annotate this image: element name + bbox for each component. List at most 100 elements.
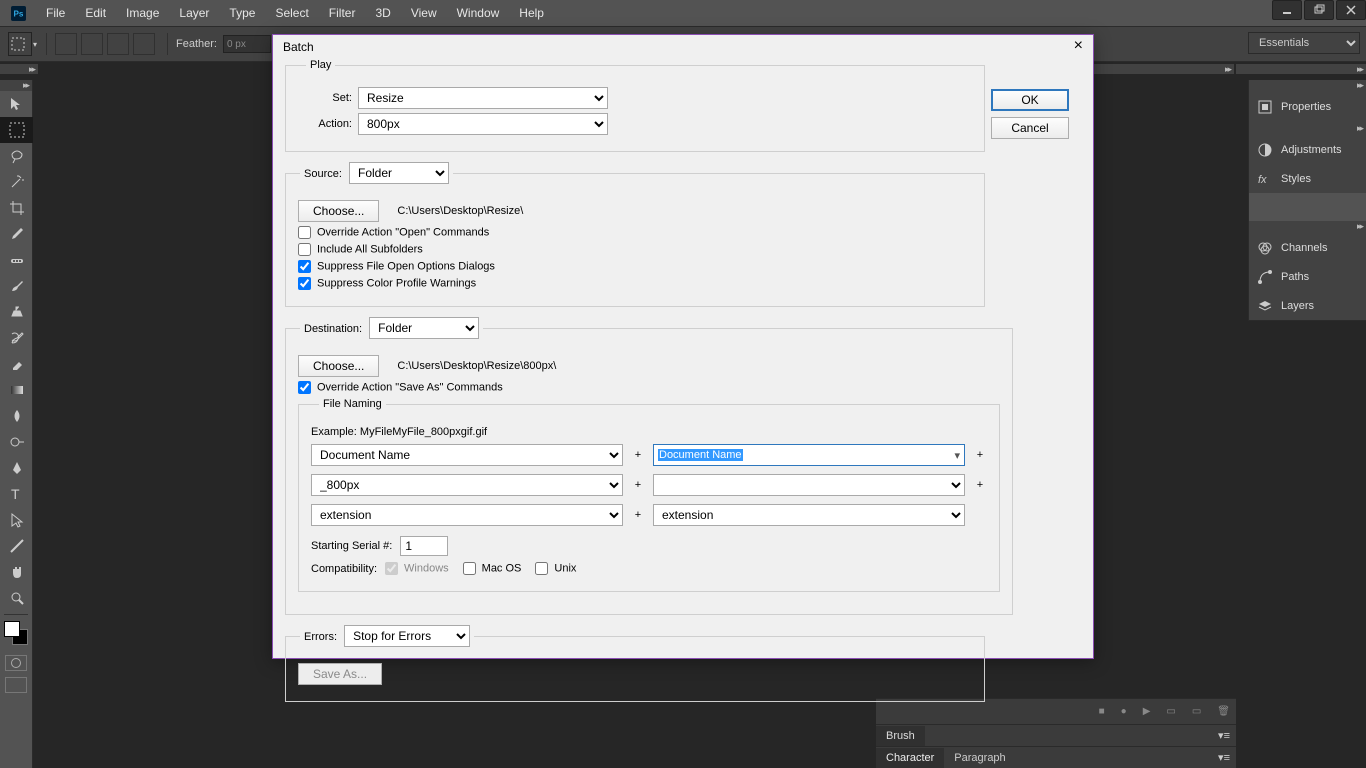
- selection-subtract-btn[interactable]: [107, 33, 129, 55]
- timeline-trash-icon[interactable]: 🗑: [1217, 706, 1230, 717]
- clone-stamp-tool[interactable]: [0, 299, 33, 325]
- char-flyout-icon[interactable]: ▾≡: [1218, 751, 1230, 764]
- line-tool[interactable]: [0, 533, 33, 559]
- tab-paragraph[interactable]: Paragraph: [944, 748, 1015, 768]
- selection-intersect-btn[interactable]: [133, 33, 155, 55]
- toolbox-collapse-strip[interactable]: ▸▸: [0, 64, 38, 74]
- window-close[interactable]: [1336, 0, 1366, 20]
- dialog-close-button[interactable]: ×: [1074, 37, 1083, 55]
- dodge-tool[interactable]: [0, 429, 33, 455]
- pen-tool[interactable]: [0, 455, 33, 481]
- play-legend: Play: [306, 59, 335, 71]
- eyedropper-tool[interactable]: [0, 221, 33, 247]
- panel-styles[interactable]: fxStyles: [1249, 164, 1366, 193]
- window-minimize[interactable]: [1272, 0, 1302, 20]
- action-label: Action:: [298, 118, 352, 130]
- foreground-color[interactable]: [4, 621, 20, 637]
- naming-slot-5[interactable]: extension: [311, 504, 623, 526]
- selection-add-btn[interactable]: [81, 33, 103, 55]
- naming-slot-3[interactable]: _800px: [311, 474, 623, 496]
- tab-character[interactable]: Character: [876, 748, 944, 768]
- healing-tool[interactable]: [0, 247, 33, 273]
- source-dropdown[interactable]: Folder: [349, 162, 449, 184]
- marquee-tool[interactable]: [0, 117, 33, 143]
- destination-choose-button[interactable]: Choose...: [298, 355, 379, 377]
- menu-type[interactable]: Type: [219, 0, 265, 26]
- errors-dropdown[interactable]: Stop for Errors: [344, 625, 470, 647]
- menu-view[interactable]: View: [401, 0, 447, 26]
- dialog-title: Batch: [283, 40, 314, 54]
- naming-slot-6[interactable]: extension: [653, 504, 965, 526]
- cancel-button[interactable]: Cancel: [991, 117, 1069, 139]
- menu-window[interactable]: Window: [447, 0, 510, 26]
- naming-slot-4[interactable]: [653, 474, 965, 496]
- color-swatches[interactable]: [0, 619, 33, 649]
- hand-tool[interactable]: [0, 559, 33, 585]
- panel-channels[interactable]: Channels: [1249, 233, 1366, 262]
- compat-mac-checkbox[interactable]: Mac OS: [463, 562, 522, 575]
- rightpanel-collapse-strip[interactable]: ▸▸: [1236, 64, 1366, 74]
- include-subfolders-checkbox[interactable]: Include All Subfolders: [298, 243, 423, 256]
- brush-tool[interactable]: [0, 273, 33, 299]
- menu-image[interactable]: Image: [116, 0, 169, 26]
- panel-adjustments[interactable]: Adjustments: [1249, 135, 1366, 164]
- menu-edit[interactable]: Edit: [75, 0, 116, 26]
- feather-input[interactable]: [223, 35, 271, 53]
- timeline-play-icon[interactable]: ▶: [1143, 706, 1151, 717]
- type-tool[interactable]: T: [0, 481, 33, 507]
- timeline-stop-icon[interactable]: ■: [1099, 706, 1105, 717]
- workspace-switcher[interactable]: Essentials: [1248, 32, 1360, 54]
- brush-panel-tab[interactable]: Brush ▾≡: [876, 724, 1236, 746]
- serial-input[interactable]: [400, 536, 448, 556]
- menu-3d[interactable]: 3D: [365, 0, 400, 26]
- set-dropdown[interactable]: Resize: [358, 87, 608, 109]
- suppress-open-checkbox[interactable]: Suppress File Open Options Dialogs: [298, 260, 495, 273]
- destination-dropdown[interactable]: Folder: [369, 317, 479, 339]
- gradient-tool[interactable]: [0, 377, 33, 403]
- menu-filter[interactable]: Filter: [319, 0, 366, 26]
- naming-slot-2[interactable]: Document Name ▾: [653, 444, 965, 466]
- action-dropdown[interactable]: 800px: [358, 113, 608, 135]
- history-brush-tool[interactable]: [0, 325, 33, 351]
- plus-1: +: [631, 449, 645, 461]
- magic-wand-tool[interactable]: [0, 169, 33, 195]
- zoom-tool[interactable]: [0, 585, 33, 611]
- override-open-checkbox[interactable]: Override Action "Open" Commands: [298, 226, 489, 239]
- destination-path: C:\Users\Desktop\Resize\800px\: [397, 360, 556, 372]
- brush-flyout-icon[interactable]: ▾≡: [1218, 729, 1230, 742]
- panel-flyout-1[interactable]: ▸▸: [1249, 80, 1366, 92]
- move-tool[interactable]: [0, 91, 33, 117]
- timeline-rec-icon[interactable]: ●: [1121, 706, 1127, 717]
- ok-button[interactable]: OK: [991, 89, 1069, 111]
- window-restore[interactable]: [1304, 0, 1334, 20]
- source-choose-button[interactable]: Choose...: [298, 200, 379, 222]
- screen-mode-toggle[interactable]: [5, 677, 27, 693]
- menu-layer[interactable]: Layer: [169, 0, 219, 26]
- panel-flyout-3[interactable]: ▸▸: [1249, 221, 1366, 233]
- menu-file[interactable]: File: [36, 0, 75, 26]
- crop-tool[interactable]: [0, 195, 33, 221]
- panel-paths[interactable]: Paths: [1249, 262, 1366, 291]
- timeline-new-icon[interactable]: ▭: [1192, 706, 1201, 717]
- menu-help[interactable]: Help: [509, 0, 554, 26]
- destination-label: Destination:: [304, 323, 362, 335]
- selection-new-btn[interactable]: [55, 33, 77, 55]
- panel-layers[interactable]: Layers: [1249, 291, 1366, 320]
- timeline-folder-icon[interactable]: ▭: [1166, 706, 1175, 717]
- current-tool-icon[interactable]: [8, 32, 32, 56]
- lasso-tool[interactable]: [0, 143, 33, 169]
- quick-mask-toggle[interactable]: [5, 655, 27, 671]
- app-menu-bar: Ps File Edit Image Layer Type Select Fil…: [0, 0, 1366, 26]
- path-select-tool[interactable]: [0, 507, 33, 533]
- panel-flyout-2[interactable]: ▸▸: [1249, 123, 1366, 135]
- toolbox-flyout[interactable]: ▸▸: [0, 80, 32, 91]
- dialog-titlebar[interactable]: Batch ×: [273, 35, 1093, 59]
- eraser-tool[interactable]: [0, 351, 33, 377]
- panel-properties[interactable]: Properties: [1249, 92, 1366, 121]
- naming-slot-1[interactable]: Document Name: [311, 444, 623, 466]
- suppress-color-checkbox[interactable]: Suppress Color Profile Warnings: [298, 277, 476, 290]
- compat-unix-checkbox[interactable]: Unix: [535, 562, 576, 575]
- menu-select[interactable]: Select: [265, 0, 318, 26]
- override-save-checkbox[interactable]: Override Action "Save As" Commands: [298, 381, 503, 394]
- blur-tool[interactable]: [0, 403, 33, 429]
